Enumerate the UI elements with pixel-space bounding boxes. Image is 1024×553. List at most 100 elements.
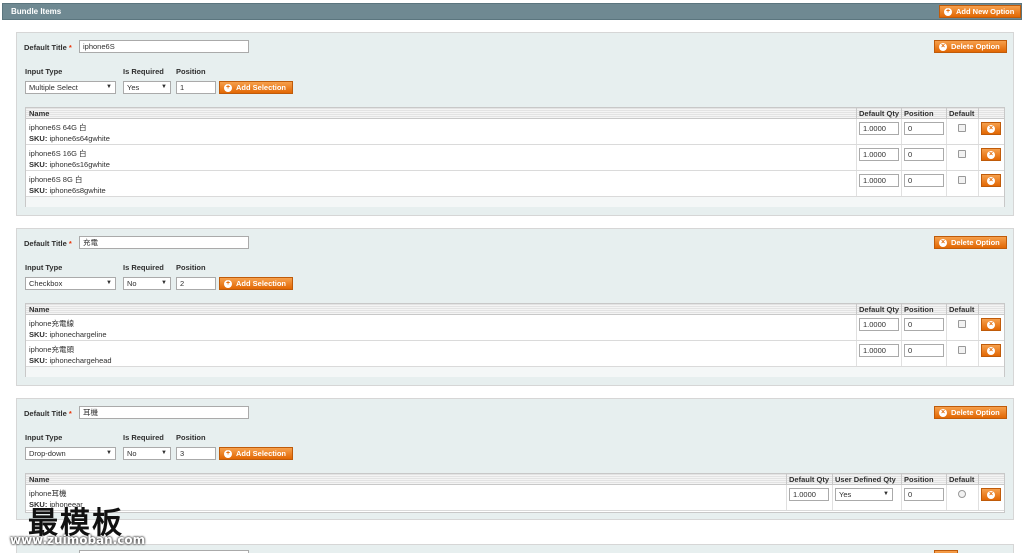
default-qty-input[interactable]: 1.0000 — [859, 344, 899, 357]
bundle-option-1: Default Title * iphone6S × Delete Option… — [16, 32, 1014, 216]
delete-selection-button[interactable]: × — [981, 344, 1001, 357]
col-user-defined-qty: User Defined Qty — [835, 475, 896, 484]
add-selection-button[interactable]: + Add Selection — [219, 277, 294, 290]
default-title-label: Default Title * — [24, 239, 72, 248]
selections-grid: Name Default Qty Position Default iphone… — [25, 303, 1005, 377]
delete-selection-button[interactable]: × — [981, 148, 1001, 161]
table-row: iphone6S 64G 白 SKU: iphone6s64gwhite 1.0… — [26, 119, 1004, 145]
table-row: iphone6S 8G 白 SKU: iphone6s8gwhite 1.000… — [26, 171, 1004, 197]
sku-label: SKU: — [29, 160, 48, 169]
table-row: iphone充電線 SKU: iphonechargeline 1.0000 0… — [26, 315, 1004, 341]
default-qty-input[interactable]: 1.0000 — [859, 318, 899, 331]
selection-name: iphone6S 64G 白 — [29, 123, 87, 132]
sku-value: iphone6s64gwhite — [49, 134, 110, 143]
selection-position-input[interactable]: 0 — [904, 344, 944, 357]
add-selection-button[interactable]: + Add Selection — [219, 81, 294, 94]
table-row: iphone耳機 SKU: iphoneear 1.0000 Yes ▼ 0 × — [26, 485, 1004, 511]
add-selection-button[interactable]: + Add Selection — [219, 447, 294, 460]
position-input[interactable]: 2 — [176, 277, 216, 290]
bundle-items-header: Bundle Items — [2, 3, 1022, 20]
sku-value: iphonechargeline — [49, 330, 107, 339]
default-checkbox[interactable] — [958, 150, 966, 158]
delete-selection-button[interactable]: × — [981, 488, 1001, 501]
plus-circle-icon: + — [944, 8, 952, 16]
selection-position-input[interactable]: 0 — [904, 488, 944, 501]
sku-label: SKU: — [29, 356, 48, 365]
bundle-option-2: Default Title * 充電 × Delete Option Input… — [16, 228, 1014, 386]
selections-grid: Name Default Qty User Defined Qty Positi… — [25, 473, 1005, 513]
selection-position-input[interactable]: 0 — [904, 148, 944, 161]
col-name: Name — [29, 305, 50, 314]
is-required-select[interactable]: Yes ▼ — [123, 81, 171, 94]
default-qty-input[interactable]: 1.0000 — [789, 488, 829, 501]
selection-name: iphone充電頭 — [29, 345, 75, 354]
default-title-label: Default Title * — [24, 43, 72, 52]
delete-option-button[interactable]: × Delete Option — [934, 40, 1007, 53]
delete-option-button[interactable]: × Delete Option — [934, 236, 1007, 249]
col-default-qty: Default Qty — [789, 475, 830, 484]
default-radio[interactable] — [958, 490, 966, 498]
chevron-down-icon: ▼ — [161, 280, 167, 286]
default-qty-input[interactable]: 1.0000 — [859, 174, 899, 187]
chevron-down-icon: ▼ — [106, 84, 112, 90]
is-required-label: Is Required — [123, 67, 164, 76]
is-required-select[interactable]: No ▼ — [123, 277, 171, 290]
selection-position-input[interactable]: 0 — [904, 122, 944, 135]
input-type-label: Input Type — [25, 263, 63, 272]
selection-name: iphone6S 8G 白 — [29, 175, 83, 184]
sku-value: iphone6s8gwhite — [49, 186, 106, 195]
default-title-label: Default Title * — [24, 409, 72, 418]
x-circle-icon: × — [987, 321, 995, 329]
chevron-down-icon: ▼ — [106, 450, 112, 456]
input-type-label: Input Type — [25, 67, 63, 76]
is-required-select[interactable]: No ▼ — [123, 447, 171, 460]
selection-position-input[interactable]: 0 — [904, 174, 944, 187]
default-title-input[interactable]: 充電 — [79, 236, 249, 249]
x-circle-icon: × — [939, 239, 947, 247]
chevron-down-icon: ▼ — [161, 84, 167, 90]
col-default: Default — [949, 475, 975, 484]
default-title-input[interactable]: 耳機 — [79, 406, 249, 419]
bundle-option-3: Default Title * 耳機 × Delete Option Input… — [16, 398, 1014, 520]
sku-value: iphone6s16gwhite — [49, 160, 110, 169]
x-circle-icon: × — [987, 151, 995, 159]
add-new-option-button[interactable]: + Add New Option — [939, 5, 1022, 18]
position-input[interactable]: 3 — [176, 447, 216, 460]
default-checkbox[interactable] — [958, 346, 966, 354]
col-default-qty: Default Qty — [859, 109, 900, 118]
col-name: Name — [29, 109, 50, 118]
position-label: Position — [176, 67, 206, 76]
x-circle-icon: × — [939, 43, 947, 51]
delete-option-button[interactable]: × Delete Option — [934, 406, 1007, 419]
default-checkbox[interactable] — [958, 176, 966, 184]
delete-selection-button[interactable]: × — [981, 174, 1001, 187]
sku-label: SKU: — [29, 186, 48, 195]
grid-header: Name Default Qty User Defined Qty Positi… — [26, 474, 1004, 485]
default-checkbox[interactable] — [958, 124, 966, 132]
watermark-url: www.zuimoban.com — [10, 533, 146, 547]
delete-selection-button[interactable]: × — [981, 318, 1001, 331]
default-qty-input[interactable]: 1.0000 — [859, 148, 899, 161]
chevron-down-icon: ▼ — [106, 280, 112, 286]
sku-label: SKU: — [29, 134, 48, 143]
selection-name: iphone充電線 — [29, 319, 75, 328]
input-type-select[interactable]: Checkbox ▼ — [25, 277, 116, 290]
default-checkbox[interactable] — [958, 320, 966, 328]
delete-selection-button[interactable]: × — [981, 122, 1001, 135]
table-row: iphone6S 16G 白 SKU: iphone6s16gwhite 1.0… — [26, 145, 1004, 171]
input-type-select[interactable]: Multiple Select ▼ — [25, 81, 116, 94]
grid-header: Name Default Qty Position Default — [26, 304, 1004, 315]
x-circle-icon: × — [987, 177, 995, 185]
selection-position-input[interactable]: 0 — [904, 318, 944, 331]
col-default-qty: Default Qty — [859, 305, 900, 314]
col-position: Position — [904, 109, 934, 118]
col-name: Name — [29, 475, 50, 484]
position-label: Position — [176, 263, 206, 272]
position-input[interactable]: 1 — [176, 81, 216, 94]
sku-label: SKU: — [29, 330, 48, 339]
user-defined-qty-select[interactable]: Yes ▼ — [835, 488, 893, 501]
input-type-select[interactable]: Drop-down ▼ — [25, 447, 116, 460]
plus-circle-icon: + — [224, 280, 232, 288]
default-title-input[interactable]: iphone6S — [79, 40, 249, 53]
default-qty-input[interactable]: 1.0000 — [859, 122, 899, 135]
